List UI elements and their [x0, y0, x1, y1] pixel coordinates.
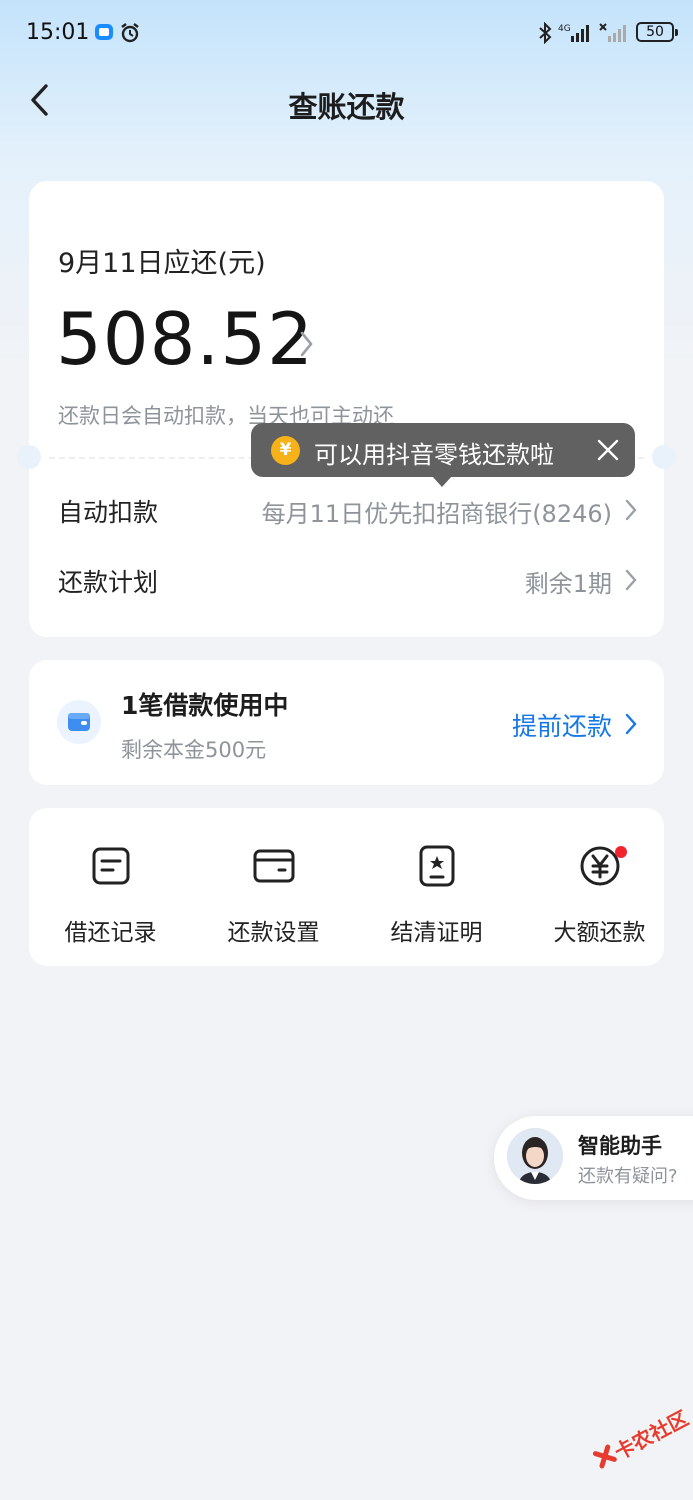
card-settings-icon: [253, 849, 294, 883]
card-notch-left: [17, 445, 41, 469]
quick-actions-card: 借还记录 还款设置 结清证明 大额还款: [29, 808, 664, 966]
action-label: 大额还款: [553, 920, 646, 946]
message-icon: [95, 24, 113, 40]
bill-card: 9月11日应还(元) 508.52 还款日会自动扣款，当天也可主动还 自动扣款 …: [17, 181, 676, 637]
assistant-title: 智能助手: [578, 1134, 662, 1158]
watermark-text: 卡农社区: [610, 1405, 693, 1465]
card-notch-right: [652, 445, 676, 469]
chevron-right-icon: [625, 499, 637, 521]
assistant-avatar: [507, 1128, 563, 1184]
record-icon: [92, 847, 129, 885]
chevron-right-icon[interactable]: [297, 329, 315, 359]
repayment-plan-value: 剩余1期: [524, 570, 612, 598]
action-settlement-certificate[interactable]: 结清证明: [355, 808, 518, 966]
chevron-right-icon: [625, 569, 637, 591]
auto-deduct-label: 自动扣款: [58, 498, 159, 527]
repayment-plan-label: 还款计划: [58, 568, 159, 597]
action-label: 还款设置: [227, 920, 320, 946]
action-label: 借还记录: [64, 920, 157, 946]
network-label: 4G: [558, 24, 571, 34]
yuan-coin-icon: ¥: [271, 436, 300, 465]
close-icon[interactable]: [595, 437, 621, 463]
remaining-principal: 剩余本金500元: [121, 738, 267, 762]
due-date-label: 9月11日应还(元): [58, 248, 266, 279]
chevron-right-icon[interactable]: [624, 712, 638, 736]
prepay-button[interactable]: 提前还款: [512, 707, 612, 743]
action-repayment-settings[interactable]: 还款设置: [192, 808, 355, 966]
action-large-repayment[interactable]: 大额还款: [518, 808, 681, 966]
due-amount[interactable]: 508.52: [56, 297, 314, 381]
smart-assistant-button[interactable]: 智能助手 还款有疑问?: [494, 1116, 693, 1200]
action-label: 结清证明: [390, 920, 483, 946]
auto-deduct-value: 每月11日优先扣招商银行(8246): [261, 500, 612, 528]
watermark: 卡农社区: [582, 1391, 693, 1489]
loan-title: 1笔借款使用中: [121, 691, 289, 720]
page-title: 查账还款: [288, 90, 405, 124]
signal-empty-icon: [599, 23, 626, 42]
repayment-plan-row[interactable]: 还款计划 剩余1期: [29, 551, 664, 607]
signal-4g-icon: 4G: [558, 24, 589, 42]
tooltip-text: 可以用抖音零钱还款啦: [314, 441, 554, 469]
auto-deduct-row[interactable]: 自动扣款 每月11日优先扣招商银行(8246): [29, 481, 664, 537]
certificate-icon: [419, 845, 454, 887]
battery-indicator: 50: [636, 22, 678, 42]
status-time: 15:01: [26, 20, 90, 45]
notification-badge: [615, 846, 627, 858]
assistant-subtitle: 还款有疑问?: [578, 1166, 678, 1187]
wallet-icon: [57, 700, 101, 744]
action-borrow-repay-records[interactable]: 借还记录: [29, 808, 192, 966]
douyin-change-tooltip: ¥ 可以用抖音零钱还款啦: [251, 423, 635, 487]
loan-card[interactable]: 1笔借款使用中 剩余本金500元 提前还款: [29, 660, 664, 785]
bluetooth-icon: [539, 22, 552, 44]
status-bar: 15:01 4G 50: [0, 0, 693, 64]
alarm-icon: [121, 23, 139, 43]
